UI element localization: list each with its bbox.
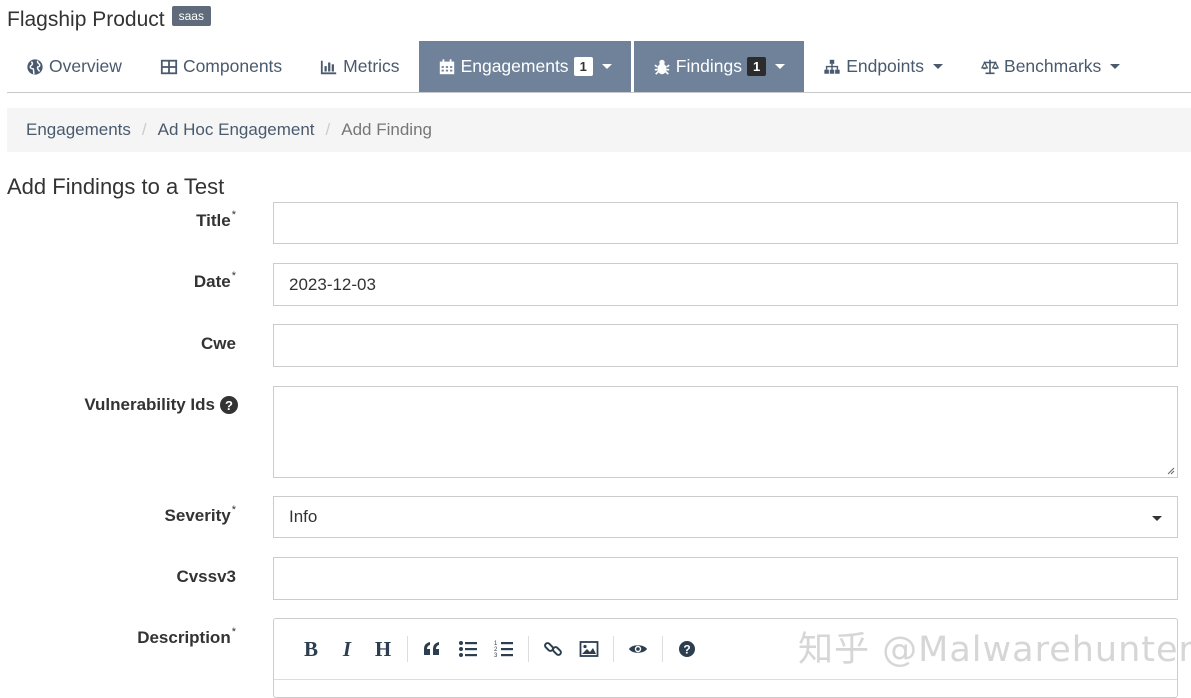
product-title[interactable]: Flagship Product <box>7 8 165 32</box>
globe-icon <box>26 58 44 76</box>
ordered-list-icon: 123 <box>494 641 513 659</box>
breadcrumb-add-finding: Add Finding <box>341 120 432 139</box>
tab-label: Overview <box>49 56 122 76</box>
markdown-help-button[interactable]: ? <box>669 634 705 664</box>
chevron-down-icon <box>775 64 786 69</box>
findings-count-badge: 1 <box>746 57 767 76</box>
preview-eye-icon <box>629 645 647 653</box>
help-circle-icon: ? <box>679 641 695 657</box>
tab-overview[interactable]: Overview <box>7 41 141 92</box>
image-icon <box>579 641 599 657</box>
bug-icon <box>653 58 671 76</box>
tab-endpoints[interactable]: Endpoints <box>804 41 962 92</box>
tab-benchmarks[interactable]: Benchmarks <box>962 41 1139 92</box>
toolbar-separator <box>407 636 408 662</box>
link-button[interactable] <box>535 634 571 664</box>
date-label: Date * <box>193 270 236 292</box>
date-input[interactable]: 2023-12-03 <box>273 263 1178 306</box>
required-marker: * <box>231 626 236 638</box>
chevron-down-icon <box>1152 516 1162 521</box>
sitemap-icon <box>823 58 841 76</box>
watermark: 知乎 @Malwarehunter <box>798 630 1191 670</box>
toolbar-separator <box>662 636 663 662</box>
page-title: Add Findings to a Test <box>7 174 225 199</box>
unordered-list-button[interactable] <box>450 634 486 664</box>
breadcrumb-ad-hoc-engagement[interactable]: Ad Hoc Engagement <box>158 120 315 140</box>
svg-text:?: ? <box>683 643 690 657</box>
ordered-list-button[interactable]: 123 <box>486 634 522 664</box>
help-icon[interactable]: ? <box>220 396 238 414</box>
cwe-label-text: Cwe <box>201 334 236 353</box>
link-icon <box>544 642 562 656</box>
toolbar-separator <box>528 636 529 662</box>
tab-engagements[interactable]: Engagements 1 <box>418 41 631 92</box>
preview-button[interactable] <box>620 634 656 664</box>
tab-label: Metrics <box>343 56 400 76</box>
breadcrumb: Engagements / Ad Hoc Engagement / Add Fi… <box>7 108 1191 152</box>
quote-icon <box>424 642 439 655</box>
calendar-icon <box>438 58 456 76</box>
tab-label: Engagements <box>460 56 569 76</box>
product-type-badge: saas <box>171 6 211 26</box>
vulnerability-ids-label-text: Vulnerability Ids <box>84 395 215 414</box>
svg-text:3: 3 <box>494 653 498 659</box>
severity-label-text: Severity <box>164 506 231 525</box>
image-button[interactable] <box>571 634 607 664</box>
bar-chart-icon <box>320 58 338 76</box>
required-marker: * <box>231 270 236 282</box>
unordered-list-icon <box>459 641 477 657</box>
tab-components[interactable]: Components <box>141 41 301 92</box>
title-label: Title * <box>196 209 236 231</box>
toolbar-separator <box>613 636 614 662</box>
date-label-text: Date <box>193 272 231 291</box>
description-label: Description * <box>137 626 236 648</box>
severity-select[interactable]: Info <box>273 496 1178 538</box>
breadcrumb-engagements[interactable]: Engagements <box>26 120 131 140</box>
bold-button[interactable]: B <box>293 634 329 664</box>
chevron-down-icon <box>933 64 944 69</box>
cwe-label: Cwe <box>201 334 236 354</box>
chevron-down-icon <box>601 64 612 69</box>
tab-label: Endpoints <box>846 56 925 76</box>
tab-label: Benchmarks <box>1004 56 1102 76</box>
breadcrumb-separator: / <box>141 120 147 139</box>
required-marker: * <box>231 209 236 221</box>
cvssv3-label-text: Cvssv3 <box>176 567 236 586</box>
severity-selected-value: Info <box>289 507 318 526</box>
vulnerability-ids-label: Vulnerability Ids ? <box>84 395 238 415</box>
tab-findings[interactable]: Findings 1 <box>633 41 805 92</box>
quote-button[interactable] <box>414 634 450 664</box>
nav-tabs: Overview Components Metrics Engagements … <box>7 41 1191 93</box>
vulnerability-ids-textarea[interactable] <box>273 386 1178 478</box>
resize-grip-icon[interactable] <box>1165 465 1175 475</box>
tab-metrics[interactable]: Metrics <box>301 41 418 92</box>
balance-scale-icon <box>981 58 1000 76</box>
cwe-input[interactable] <box>273 324 1178 367</box>
engagements-count-badge: 1 <box>573 57 593 76</box>
title-input[interactable] <box>273 202 1178 244</box>
heading-button[interactable]: H <box>365 634 401 664</box>
cvssv3-label: Cvssv3 <box>176 567 236 587</box>
product-header: Flagship Product saas <box>7 5 211 35</box>
tab-label: Findings <box>675 56 742 76</box>
tab-label: Components <box>182 56 283 76</box>
italic-button[interactable]: I <box>329 634 365 664</box>
required-marker: * <box>231 504 236 516</box>
chevron-down-icon <box>1110 64 1121 69</box>
table-icon <box>160 58 178 76</box>
cvssv3-input[interactable] <box>273 557 1178 600</box>
severity-label: Severity * <box>164 504 236 526</box>
description-label-text: Description <box>137 628 231 647</box>
breadcrumb-separator: / <box>325 120 331 139</box>
title-label-text: Title <box>196 211 231 230</box>
